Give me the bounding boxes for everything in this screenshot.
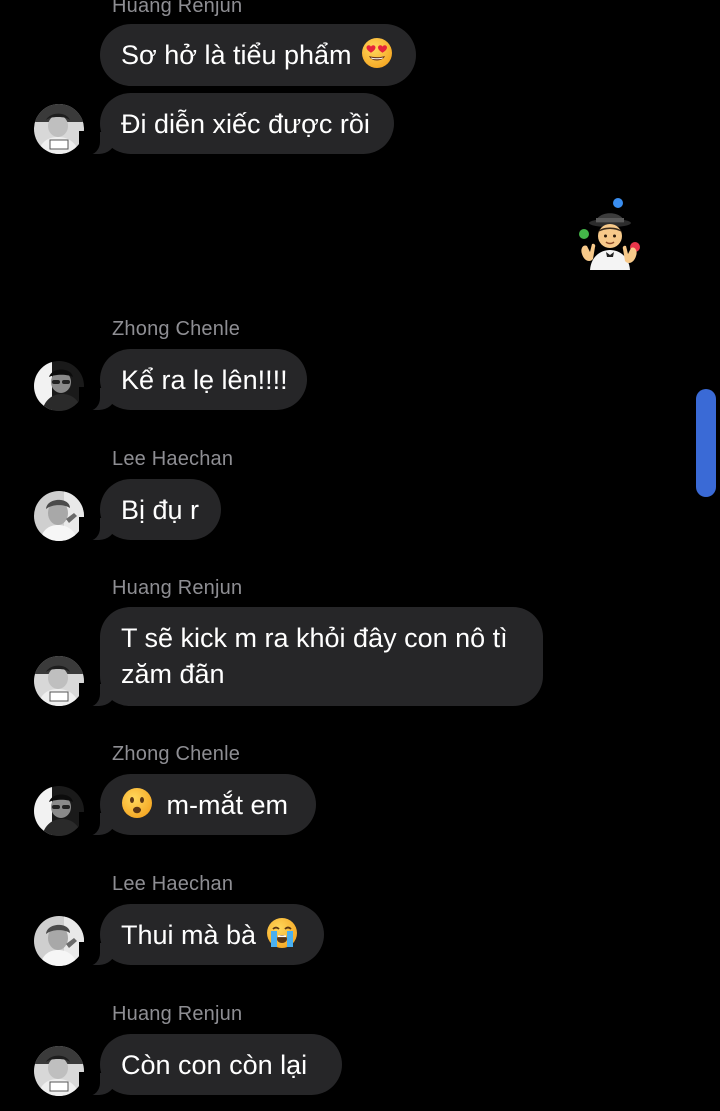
message-bubble[interactable]: Thui mà bà xyxy=(79,904,324,966)
message-text: m-mắt em xyxy=(166,790,289,820)
message-text: T sẽ kick m ra khỏi đây con nô tì zăm đã… xyxy=(121,623,508,689)
sender-name: Lee Haechan xyxy=(112,873,234,895)
message-bubble[interactable]: Còn con còn lại xyxy=(79,1034,342,1096)
sender-name: Huang Renjun xyxy=(112,577,243,599)
message-bubble[interactable]: Kể ra lẹ lên!!!! xyxy=(79,349,307,411)
frowning-emoji-icon xyxy=(122,788,152,818)
message-bubble[interactable]: Đi diễn xiếc được rồi xyxy=(79,93,394,155)
avatar-zhong-chenle[interactable] xyxy=(34,361,84,411)
message-text: Bị đụ r xyxy=(121,495,200,525)
juggler-emoji-icon xyxy=(579,198,640,270)
message-text: Thui mà bà xyxy=(121,920,257,950)
message-text: Đi diễn xiếc được rồi xyxy=(121,109,370,139)
sender-name: Zhong Chenle xyxy=(112,743,241,765)
avatar-lee-haechan[interactable] xyxy=(34,491,84,541)
sender-name: Zhong Chenle xyxy=(112,318,241,340)
scrollbar-thumb[interactable] xyxy=(696,389,716,497)
sender-name: Huang Renjun xyxy=(112,0,243,17)
avatar-huang-renjun[interactable] xyxy=(34,1046,84,1096)
heart-eyes-emoji-icon xyxy=(362,38,393,68)
avatar-lee-haechan[interactable] xyxy=(34,916,84,966)
message-text: Sơ hở là tiểu phẩm xyxy=(121,40,352,70)
message-bubble[interactable]: T sẽ kick m ra khỏi đây con nô tì zăm đã… xyxy=(79,607,543,707)
avatar-zhong-chenle[interactable] xyxy=(34,786,84,836)
message-bubble[interactable]: Sơ hở là tiểu phẩm xyxy=(100,24,416,86)
message-text: Kể ra lẹ lên!!!! xyxy=(121,365,288,395)
avatar-huang-renjun[interactable] xyxy=(34,104,84,154)
message-text: Còn con còn lại xyxy=(121,1050,308,1080)
juggler-sticker[interactable] xyxy=(576,196,642,270)
message-bubble[interactable]: Bị đụ r xyxy=(79,479,221,541)
message-bubble[interactable]: m-mắt em xyxy=(79,774,316,836)
sender-name: Huang Renjun xyxy=(112,1003,243,1025)
crying-emoji-icon xyxy=(266,918,297,948)
avatar-huang-renjun[interactable] xyxy=(34,656,84,706)
sender-name: Lee Haechan xyxy=(112,448,234,470)
